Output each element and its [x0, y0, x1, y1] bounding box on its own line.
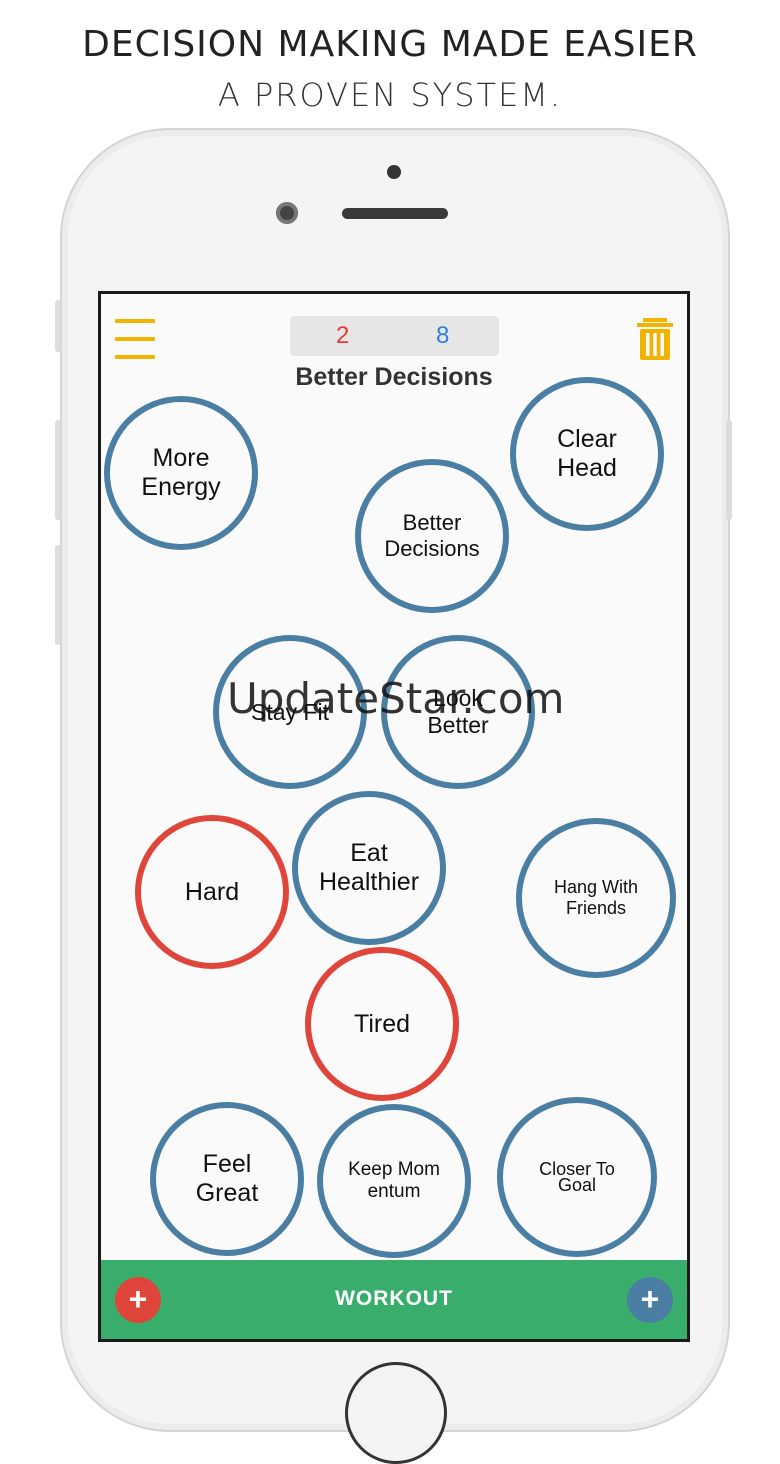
score-counter: 2 8: [290, 316, 499, 356]
bubble-label: Hang With Friends: [553, 877, 639, 918]
bubble-label: Closer To Goal: [539, 1159, 615, 1195]
bubble-label: Hard: [184, 877, 240, 906]
bubble-hard[interactable]: Hard: [135, 815, 289, 969]
bubble-label: Better Decisions: [384, 510, 480, 561]
bubble-more-energy[interactable]: More Energy: [104, 396, 258, 550]
phone-volume-up: [55, 420, 61, 520]
category-label[interactable]: WORKOUT: [101, 1287, 687, 1311]
bubble-tired[interactable]: Tired: [305, 947, 459, 1101]
bubble-eat-healthier[interactable]: Eat Healthier: [292, 791, 446, 945]
phone-speaker: [342, 208, 448, 219]
bubble-label: Stay Fit: [251, 698, 329, 725]
bubble-look-better[interactable]: Look Better: [381, 635, 535, 789]
bubble-feel-great[interactable]: Feel Great: [150, 1102, 304, 1256]
app-screen: 2 8 Better Decisions More Energy Clear H…: [98, 291, 690, 1342]
add-negative-button[interactable]: +: [115, 1277, 161, 1323]
phone-camera: [276, 202, 298, 224]
promo-subheadline: A PROVEN SYSTEM.: [217, 76, 563, 114]
bubble-label: Feel Great: [195, 1150, 259, 1207]
trash-icon[interactable]: [637, 318, 673, 360]
bubble-stay-fit[interactable]: Stay Fit: [213, 635, 367, 789]
phone-mute-switch: [55, 300, 61, 352]
phone-sensor: [387, 165, 401, 179]
add-positive-button[interactable]: +: [627, 1277, 673, 1323]
hamburger-menu-icon[interactable]: [115, 319, 155, 359]
promo-headline: DECISION MAKING MADE EASIER: [82, 24, 698, 65]
phone-power-button: [726, 420, 732, 520]
bottom-action-bar: WORKOUT + +: [101, 1260, 687, 1339]
bubble-label: Clear Head: [557, 425, 617, 482]
bubble-label: Look Better: [427, 685, 489, 738]
bubble-label: Eat Healthier: [318, 839, 420, 896]
bubble-keep-momentum[interactable]: Keep Momentum: [317, 1104, 471, 1258]
positive-count: 8: [436, 322, 450, 349]
negative-count: 2: [336, 322, 350, 349]
goal-title: Better Decisions: [295, 363, 493, 391]
phone-volume-down: [55, 545, 61, 645]
bubble-label: Keep Momentum: [348, 1159, 440, 1202]
bubble-label: Tired: [353, 1009, 411, 1038]
bubble-label: More Energy: [141, 444, 221, 501]
bubble-clear-head[interactable]: Clear Head: [510, 377, 664, 531]
phone-home-button: [345, 1362, 447, 1464]
bubble-hang-with-friends[interactable]: Hang With Friends: [516, 818, 676, 978]
bubble-better-decisions[interactable]: Better Decisions: [355, 459, 509, 613]
bubble-closer-to-goal[interactable]: Closer To Goal: [497, 1097, 657, 1257]
